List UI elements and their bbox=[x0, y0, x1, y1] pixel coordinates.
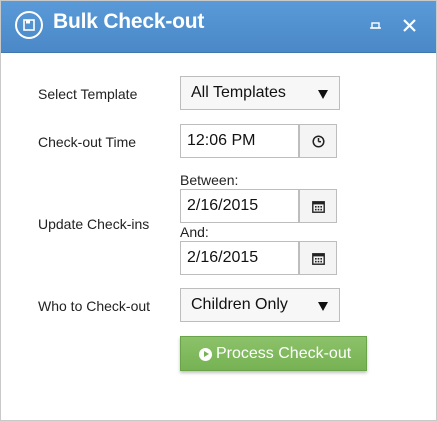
who-to-checkout-value: Children Only bbox=[191, 296, 288, 313]
between-date-picker-button[interactable] bbox=[299, 189, 337, 223]
update-checkins-label: Update Check-ins bbox=[38, 216, 150, 232]
bulk-checkout-dialog: Bulk Check-out Select Template All Templ… bbox=[0, 0, 437, 421]
between-date-input[interactable]: 2/16/2015 bbox=[180, 189, 299, 223]
process-checkout-label: Process Check-out bbox=[216, 345, 352, 362]
titlebar: Bulk Check-out bbox=[1, 1, 436, 53]
close-icon bbox=[399, 17, 421, 35]
between-date-value: 2/16/2015 bbox=[187, 197, 259, 214]
checkout-time-label: Check-out Time bbox=[38, 134, 137, 150]
between-label: Between: bbox=[180, 172, 239, 188]
checkout-time-value: 12:06 PM bbox=[187, 132, 256, 149]
who-to-checkout-select[interactable]: Children Only bbox=[180, 288, 340, 322]
chevron-down-icon bbox=[318, 302, 328, 311]
and-date-value: 2/16/2015 bbox=[187, 249, 259, 266]
who-to-checkout-label: Who to Check-out bbox=[38, 298, 151, 314]
select-template-label: Select Template bbox=[38, 86, 138, 102]
checkout-time-input[interactable]: 12:06 PM bbox=[180, 124, 299, 158]
and-date-input[interactable]: 2/16/2015 bbox=[180, 241, 299, 275]
and-label: And: bbox=[180, 224, 209, 240]
chevron-down-icon bbox=[318, 90, 328, 99]
time-picker-button[interactable] bbox=[299, 124, 337, 158]
play-circle-icon bbox=[199, 348, 212, 361]
minimize-button[interactable] bbox=[365, 15, 387, 37]
and-date-picker-button[interactable] bbox=[299, 241, 337, 275]
checkout-icon bbox=[15, 11, 43, 39]
window-title: Bulk Check-out bbox=[53, 10, 205, 33]
close-button[interactable] bbox=[399, 15, 421, 37]
process-checkout-button[interactable]: Process Check-out bbox=[180, 336, 367, 371]
template-select-value: All Templates bbox=[191, 84, 286, 101]
template-select[interactable]: All Templates bbox=[180, 76, 340, 110]
minimize-icon bbox=[365, 17, 387, 35]
